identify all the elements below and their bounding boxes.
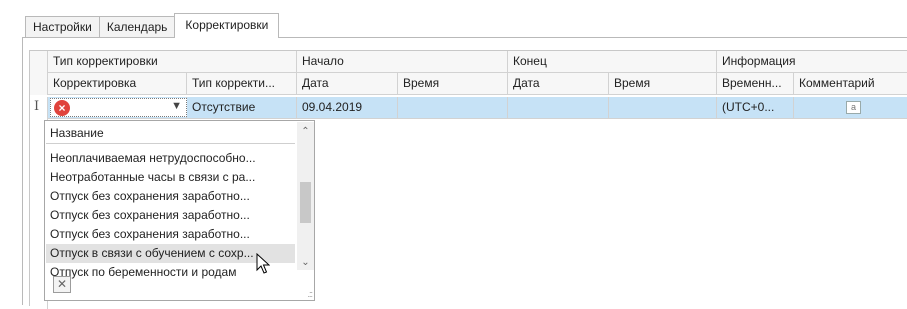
dropdown-header[interactable]: Название (46, 122, 295, 144)
column-header-row: Корректировка Тип корректи... Дата Время… (30, 73, 907, 95)
tab-corrections[interactable]: Корректировки (174, 13, 280, 38)
scroll-up-icon[interactable]: ⌃ (297, 126, 314, 137)
row-indicator: I (30, 97, 48, 119)
column-timezone[interactable]: Временн... (717, 73, 794, 95)
note-icon[interactable]: a (846, 101, 861, 114)
correction-combobox[interactable]: × ▼ (50, 98, 187, 117)
cell-end-date[interactable] (508, 97, 609, 119)
table-row[interactable]: I × ▼ Отсутствие 09.04.2019 (UTC+0... a (30, 97, 907, 119)
mouse-pointer-icon (256, 253, 270, 274)
column-start-date[interactable]: Дата (297, 73, 398, 95)
chevron-down-icon[interactable]: ▼ (171, 100, 182, 112)
list-item[interactable]: Отпуск без сохранения заработно... (46, 225, 295, 244)
cell-end-time[interactable] (609, 97, 717, 119)
band-info[interactable]: Информация (717, 51, 907, 73)
band-start[interactable]: Начало (297, 51, 508, 73)
list-item[interactable]: Отпуск без сохранения заработно... (46, 206, 295, 225)
band-end[interactable]: Конец (508, 51, 717, 73)
scroll-down-icon[interactable]: ⌄ (297, 257, 314, 268)
cell-timezone[interactable]: (UTC+0... (717, 97, 794, 119)
band-indicator-cell (30, 51, 48, 73)
column-correction[interactable]: Корректировка (48, 73, 187, 95)
edit-cursor-icon: I (34, 99, 40, 114)
column-comment[interactable]: Комментарий (794, 73, 907, 95)
header-indicator-cell (30, 73, 48, 95)
list-item[interactable]: Отпуск без сохранения заработно... (46, 187, 295, 206)
band-header-row: Тип корректировки Начало Конец Информаци… (30, 51, 907, 73)
band-correction-type[interactable]: Тип корректировки (48, 51, 297, 73)
column-end-time[interactable]: Время (609, 73, 717, 95)
cell-start-date[interactable]: 09.04.2019 (297, 97, 398, 119)
resize-grip-icon[interactable]: .:: (307, 289, 312, 299)
scrollbar-thumb[interactable] (300, 182, 311, 223)
clear-button[interactable]: ✕ (53, 276, 71, 293)
error-icon: × (54, 100, 70, 116)
list-item[interactable]: Неоплачиваемая нетрудоспособно... (46, 149, 295, 168)
cell-comment[interactable]: a (794, 97, 907, 119)
column-start-time[interactable]: Время (398, 73, 508, 95)
column-correction-type[interactable]: Тип корректи... (187, 73, 297, 95)
tab-calendar[interactable]: Календарь (98, 16, 176, 38)
tab-strip: Настройки Календарь Корректировки (25, 13, 280, 38)
list-item[interactable]: Неотработанные часы в связи с ра... (46, 168, 295, 187)
cell-correction-type[interactable]: Отсутствие (187, 97, 297, 119)
dropdown-scrollbar[interactable]: ⌃ ⌄ (297, 122, 314, 270)
tab-settings[interactable]: Настройки (25, 16, 100, 38)
cell-start-time[interactable] (398, 97, 508, 119)
correction-dropdown[interactable]: Название Неоплачиваемая нетрудоспособно.… (44, 120, 315, 301)
column-end-date[interactable]: Дата (508, 73, 609, 95)
